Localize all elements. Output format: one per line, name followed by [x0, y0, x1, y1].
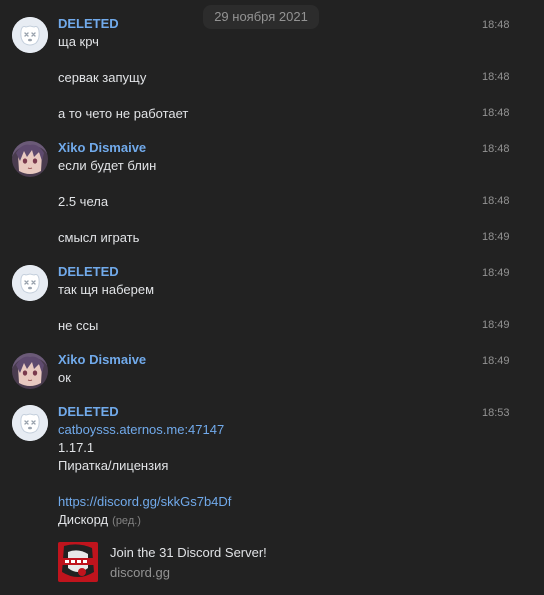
sender-name[interactable]: Xiko Dismaive — [58, 352, 146, 368]
message-text: так щя наберем — [58, 282, 155, 297]
link-preview-domain: discord.gg — [110, 565, 170, 580]
message-text: ок — [58, 370, 71, 385]
message-text: ща крч — [58, 34, 99, 49]
avatar-xiko-dismaive[interactable] — [12, 353, 48, 389]
message-time[interactable]: 18:49 — [482, 266, 510, 280]
message-time[interactable]: 18:49 — [482, 230, 510, 244]
sender-name[interactable]: DELETED — [58, 16, 119, 32]
message-time[interactable]: 18:48 — [482, 18, 510, 32]
deleted-dog-icon — [12, 17, 48, 53]
sender-name[interactable]: DELETED — [58, 404, 119, 420]
server-logo-icon — [58, 542, 98, 582]
anime-avatar-icon — [12, 353, 48, 389]
edited-label[interactable]: (ред.) — [112, 515, 141, 527]
avatar-deleted-user[interactable] — [12, 265, 48, 301]
message-text: Дискорд — [58, 512, 109, 527]
message-time[interactable]: 18:48 — [482, 142, 510, 156]
deleted-dog-icon — [12, 405, 48, 441]
avatar-xiko-dismaive[interactable] — [12, 141, 48, 177]
message-text: если будет блин — [58, 158, 157, 173]
message-time[interactable]: 18:48 — [482, 70, 510, 84]
message-text: сервак запущу — [58, 70, 147, 85]
message-text: не ссы — [58, 318, 99, 333]
avatar-deleted-user[interactable] — [12, 17, 48, 53]
message-time[interactable]: 18:48 — [482, 106, 510, 120]
message-text: а то чето не работает — [58, 106, 189, 121]
message-time[interactable]: 18:49 — [482, 318, 510, 332]
sender-name[interactable]: Xiko Dismaive — [58, 140, 146, 156]
link-preview-title[interactable]: Join the 31 Discord Server! — [110, 544, 267, 562]
message-line: catboysss.aternos.me:47147 — [58, 421, 224, 439]
link-preview-thumbnail[interactable] — [58, 542, 98, 582]
sender-name[interactable]: DELETED — [58, 264, 119, 280]
message-line: 1.17.1 — [58, 440, 95, 455]
server-address-link[interactable]: catboysss.aternos.me:47147 — [58, 422, 224, 437]
message-line: Пиратка/лицензия — [58, 458, 169, 473]
date-separator: 29 ноября 2021 — [203, 5, 319, 29]
message-text: 2.5 чела — [58, 194, 109, 209]
chat-history: 29 ноября 2021 DELETED 18:48 ща крч серв… — [0, 0, 544, 595]
message-time[interactable]: 18:49 — [482, 354, 510, 368]
message-line: https://discord.gg/skkGs7b4Df — [58, 493, 231, 511]
anime-avatar-icon — [12, 141, 48, 177]
link-preview[interactable]: Join the 31 Discord Server! discord.gg — [58, 542, 318, 584]
avatar-deleted-user[interactable] — [12, 405, 48, 441]
message-time[interactable]: 18:48 — [482, 194, 510, 208]
message-time[interactable]: 18:53 — [482, 406, 510, 420]
deleted-dog-icon — [12, 265, 48, 301]
discord-invite-link[interactable]: https://discord.gg/skkGs7b4Df — [58, 494, 231, 509]
message-text: смысл играть — [58, 230, 140, 245]
message-line: Дискорд (ред.) — [58, 511, 141, 530]
